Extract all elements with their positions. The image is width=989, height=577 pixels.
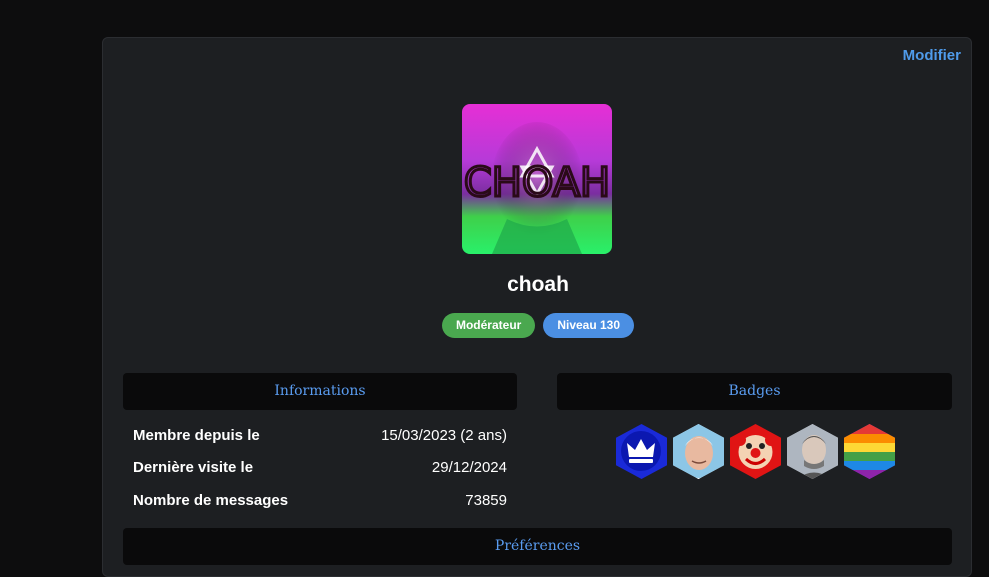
- informations-title: Informations: [274, 383, 366, 399]
- avatar: CHOAH: [462, 104, 612, 254]
- username: choah: [507, 273, 569, 296]
- badges-title: Badges: [728, 383, 781, 399]
- info-label: Dernière visite le: [133, 459, 254, 476]
- info-row-member-since: Membre depuis le 15/03/2023 (2 ans): [133, 427, 507, 444]
- level-badge: Niveau 130: [543, 313, 635, 338]
- role-badges: Modérateur Niveau 130: [103, 313, 973, 338]
- info-value: 29/12/2024: [431, 459, 507, 476]
- preferences-title: Préférences: [494, 538, 581, 554]
- info-row-message-count: Nombre de messages 73859: [133, 492, 507, 509]
- badge-icons: [616, 424, 895, 479]
- profile-card: Modifier CHOAH choah Modérateur Niveau 1…: [102, 37, 972, 577]
- edit-link[interactable]: Modifier: [903, 47, 961, 64]
- info-row-last-visit: Dernière visite le 29/12/2024: [133, 459, 507, 476]
- crown-badge-icon[interactable]: [616, 424, 667, 479]
- informations-header: Informations: [123, 373, 517, 410]
- man-portrait-badge-icon[interactable]: [787, 424, 838, 479]
- preferences-header: Préférences: [123, 528, 952, 565]
- harold-face-badge-icon[interactable]: [673, 424, 724, 479]
- info-label: Membre depuis le: [133, 427, 260, 444]
- info-value: 15/03/2023 (2 ans): [381, 427, 507, 444]
- clown-badge-icon[interactable]: [730, 424, 781, 479]
- info-label: Nombre de messages: [133, 492, 289, 509]
- badges-header: Badges: [557, 373, 952, 410]
- info-value: 73859: [465, 492, 507, 509]
- role-badge-moderator: Modérateur: [441, 313, 536, 338]
- rainbow-badge-icon[interactable]: [844, 424, 895, 479]
- avatar-text: CHOAH: [464, 160, 610, 206]
